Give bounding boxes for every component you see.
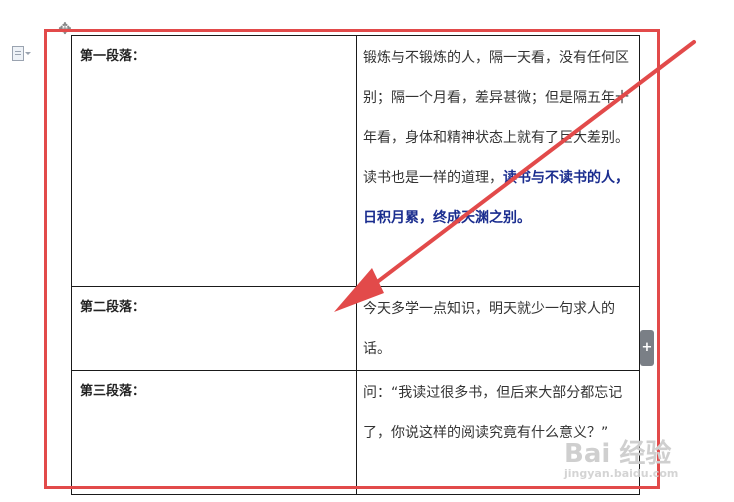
add-row-button[interactable]: + (640, 330, 654, 366)
table-cell-label[interactable]: 第二段落： (71, 286, 357, 371)
row-label: 第一段落： (80, 49, 146, 64)
document-icon[interactable] (10, 46, 31, 62)
table-cell-label[interactable]: 第三段落： (71, 370, 357, 495)
paragraph-table: 第一段落： 锻炼与不锻炼的人，隔一天看，没有任何区别；隔一个月看，差异甚微；但是… (71, 35, 640, 495)
paragraph-text: 锻炼与不锻炼的人，隔一天看，没有任何区别；隔一个月看，差异甚微；但是隔五年十年看… (357, 36, 639, 238)
row-label: 第二段落： (80, 300, 146, 315)
watermark: Bai 经验 jingyan.baidu.com (564, 436, 724, 480)
table-cell-text[interactable]: 锻炼与不锻炼的人，隔一天看，没有任何区别；隔一个月看，差异甚微；但是隔五年十年看… (356, 35, 640, 287)
plus-icon: + (641, 340, 653, 355)
chevron-down-icon[interactable] (25, 52, 31, 55)
plain-text: 今天多学一点知识，明天就少一句求人的话。 (363, 301, 615, 357)
watermark-sub: jingyan.baidu.com (564, 467, 679, 480)
row-label: 第三段落： (80, 384, 146, 399)
watermark-main: Bai 经验 (564, 439, 672, 469)
plain-text: 问：“我读过很多书，但后来大部分都忘记了，你说这样的阅读究竟有什么意义？” (363, 385, 623, 441)
table-row: 第三段落： 问：“我读过很多书，但后来大部分都忘记了，你说这样的阅读究竟有什么意… (71, 370, 640, 495)
table-row: 第一段落： 锻炼与不锻炼的人，隔一天看，没有任何区别；隔一个月看，差异甚微；但是… (71, 35, 640, 287)
table-cell-text[interactable]: 今天多学一点知识，明天就少一句求人的话。 (356, 286, 640, 371)
table-row: 第二段落： 今天多学一点知识，明天就少一句求人的话。 (71, 286, 640, 371)
plain-text: 锻炼与不锻炼的人，隔一天看，没有任何区别；隔一个月看，差异甚微；但是隔五年十年看… (363, 50, 629, 186)
table-cell-label[interactable]: 第一段落： (71, 35, 357, 287)
paragraph-text: 今天多学一点知识，明天就少一句求人的话。 (357, 287, 639, 369)
